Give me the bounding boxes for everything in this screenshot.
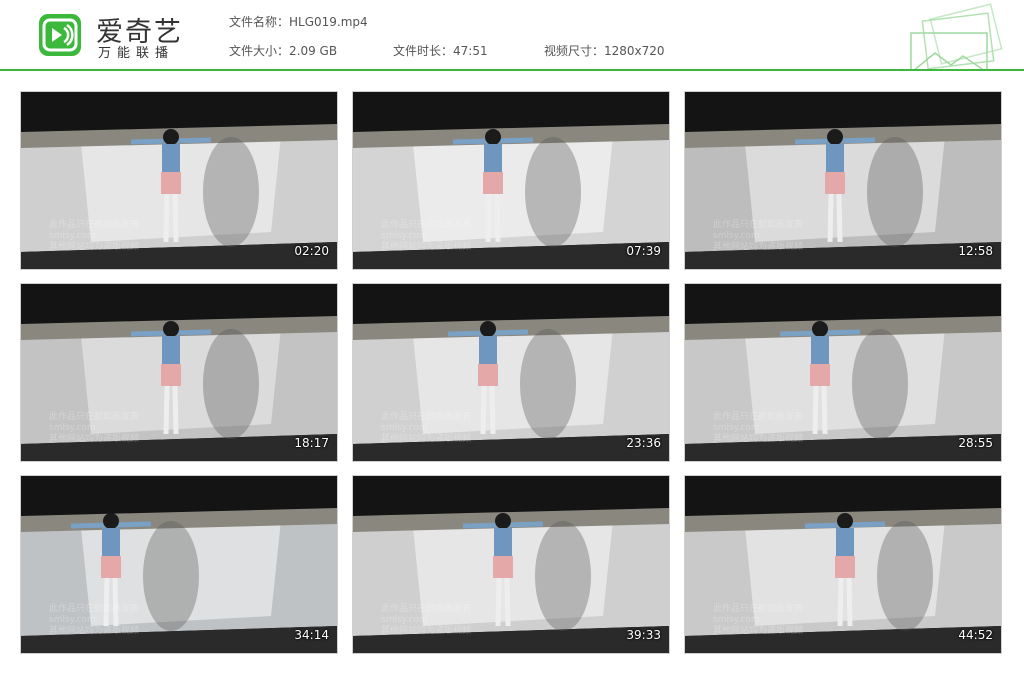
timestamp-label: 07:39 bbox=[626, 244, 661, 258]
dimensions-row: 视频尺寸：1280x720 bbox=[544, 42, 665, 59]
file-size-value: 2.09 GB bbox=[289, 44, 338, 58]
watermark-text: 此作品只在颜如画发表 smlsy.com 其他网站均为盗版视频 bbox=[381, 412, 471, 445]
file-name-value: HLG019.mp4 bbox=[289, 15, 368, 29]
watermark-line: 其他网站均为盗版视频 bbox=[381, 434, 472, 444]
file-size-label: 文件大小： bbox=[229, 44, 290, 58]
watermark-line: 此作品只在颜如画发表 bbox=[381, 412, 472, 422]
header-divider bbox=[0, 69, 1024, 71]
iqiyi-logo-icon bbox=[39, 14, 81, 56]
thumbnail-grid: 此作品只在颜如画发表 smlsy.com 其他网站均为盗版视频 02:20 此作品只在颜… bbox=[20, 91, 1003, 655]
video-thumbnail[interactable]: 此作品只在颜如画发表 smlsy.com 其他网站均为盗版视频 02:20 bbox=[20, 91, 338, 270]
watermark-text: 此作品只在颜如画发表 smlsy.com 其他网站均为盗版视频 bbox=[49, 220, 139, 253]
watermark-line: 此作品只在颜如画发表 bbox=[49, 220, 140, 230]
brand-tagline: 万能联播 bbox=[98, 46, 175, 61]
watermark-text: 此作品只在颜如画发表 smlsy.com 其他网站均为盗版视频 bbox=[381, 220, 471, 253]
watermark-line: smlsy.com bbox=[49, 615, 96, 625]
watermark-line: 此作品只在颜如画发表 bbox=[381, 604, 472, 614]
duration-value: 47:51 bbox=[453, 44, 488, 58]
video-thumbnail[interactable]: 此作品只在颜如画发表 smlsy.com 其他网站均为盗版视频 23:36 bbox=[352, 283, 670, 462]
timestamp-label: 28:55 bbox=[958, 436, 993, 450]
timestamp-label: 12:58 bbox=[958, 244, 993, 258]
info-header: 爱奇艺 万能联播 文件名称：HLG019.mp4 文件大小：2.09 GB 文件… bbox=[0, 0, 1024, 71]
watermark-line: 其他网站均为盗版视频 bbox=[713, 242, 804, 252]
timestamp-label: 02:20 bbox=[294, 244, 329, 258]
file-name-label: 文件名称： bbox=[229, 15, 290, 29]
video-thumbnail[interactable]: 此作品只在颜如画发表 smlsy.com 其他网站均为盗版视频 07:39 bbox=[352, 91, 670, 270]
watermark-line: smlsy.com bbox=[381, 231, 428, 241]
watermark-text: 此作品只在颜如画发表 smlsy.com 其他网站均为盗版视频 bbox=[381, 604, 471, 637]
watermark-line: 其他网站均为盗版视频 bbox=[713, 434, 804, 444]
video-thumbnail[interactable]: 此作品只在颜如画发表 smlsy.com 其他网站均为盗版视频 18:17 bbox=[20, 283, 338, 462]
duration-label: 文件时长： bbox=[393, 44, 454, 58]
watermark-line: 其他网站均为盗版视频 bbox=[381, 242, 472, 252]
watermark-text: 此作品只在颜如画发表 smlsy.com 其他网站均为盗版视频 bbox=[49, 604, 139, 637]
watermark-line: smlsy.com bbox=[713, 615, 760, 625]
watermark-line: smlsy.com bbox=[713, 231, 760, 241]
watermark-text: 此作品只在颜如画发表 smlsy.com 其他网站均为盗版视频 bbox=[713, 604, 803, 637]
watermark-line: 此作品只在颜如画发表 bbox=[49, 604, 140, 614]
watermark-line: smlsy.com bbox=[381, 615, 428, 625]
timestamp-label: 23:36 bbox=[626, 436, 661, 450]
watermark-line: 此作品只在颜如画发表 bbox=[49, 412, 140, 422]
timestamp-label: 44:52 bbox=[958, 628, 993, 642]
dimensions-value: 1280x720 bbox=[604, 44, 665, 58]
watermark-line: 此作品只在颜如画发表 bbox=[713, 220, 804, 230]
watermark-line: smlsy.com bbox=[713, 423, 760, 433]
timestamp-label: 39:33 bbox=[626, 628, 661, 642]
video-thumbnail[interactable]: 此作品只在颜如画发表 smlsy.com 其他网站均为盗版视频 12:58 bbox=[684, 91, 1002, 270]
watermark-line: 其他网站均为盗版视频 bbox=[713, 626, 804, 636]
watermark-line: smlsy.com bbox=[49, 423, 96, 433]
watermark-line: smlsy.com bbox=[49, 231, 96, 241]
watermark-line: 此作品只在颜如画发表 bbox=[381, 220, 472, 230]
watermark-text: 此作品只在颜如画发表 smlsy.com 其他网站均为盗版视频 bbox=[49, 412, 139, 445]
video-thumbnail[interactable]: 此作品只在颜如画发表 smlsy.com 其他网站均为盗版视频 34:14 bbox=[20, 475, 338, 654]
file-name-row: 文件名称：HLG019.mp4 bbox=[229, 13, 368, 30]
picture-stack-icon bbox=[910, 3, 1003, 71]
watermark-line: 其他网站均为盗版视频 bbox=[49, 434, 140, 444]
watermark-text: 此作品只在颜如画发表 smlsy.com 其他网站均为盗版视频 bbox=[713, 412, 803, 445]
dimensions-label: 视频尺寸： bbox=[544, 44, 605, 58]
watermark-line: 其他网站均为盗版视频 bbox=[381, 626, 472, 636]
video-thumbnail[interactable]: 此作品只在颜如画发表 smlsy.com 其他网站均为盗版视频 39:33 bbox=[352, 475, 670, 654]
watermark-text: 此作品只在颜如画发表 smlsy.com 其他网站均为盗版视频 bbox=[713, 220, 803, 253]
video-thumbnail[interactable]: 此作品只在颜如画发表 smlsy.com 其他网站均为盗版视频 44:52 bbox=[684, 475, 1002, 654]
timestamp-label: 34:14 bbox=[294, 628, 329, 642]
watermark-line: 其他网站均为盗版视频 bbox=[49, 626, 140, 636]
watermark-line: 此作品只在颜如画发表 bbox=[713, 604, 804, 614]
watermark-line: 此作品只在颜如画发表 bbox=[713, 412, 804, 422]
timestamp-label: 18:17 bbox=[294, 436, 329, 450]
file-size-row: 文件大小：2.09 GB bbox=[229, 42, 337, 59]
watermark-line: smlsy.com bbox=[381, 423, 428, 433]
duration-row: 文件时长：47:51 bbox=[393, 42, 488, 59]
video-thumbnail[interactable]: 此作品只在颜如画发表 smlsy.com 其他网站均为盗版视频 28:55 bbox=[684, 283, 1002, 462]
watermark-line: 其他网站均为盗版视频 bbox=[49, 242, 140, 252]
